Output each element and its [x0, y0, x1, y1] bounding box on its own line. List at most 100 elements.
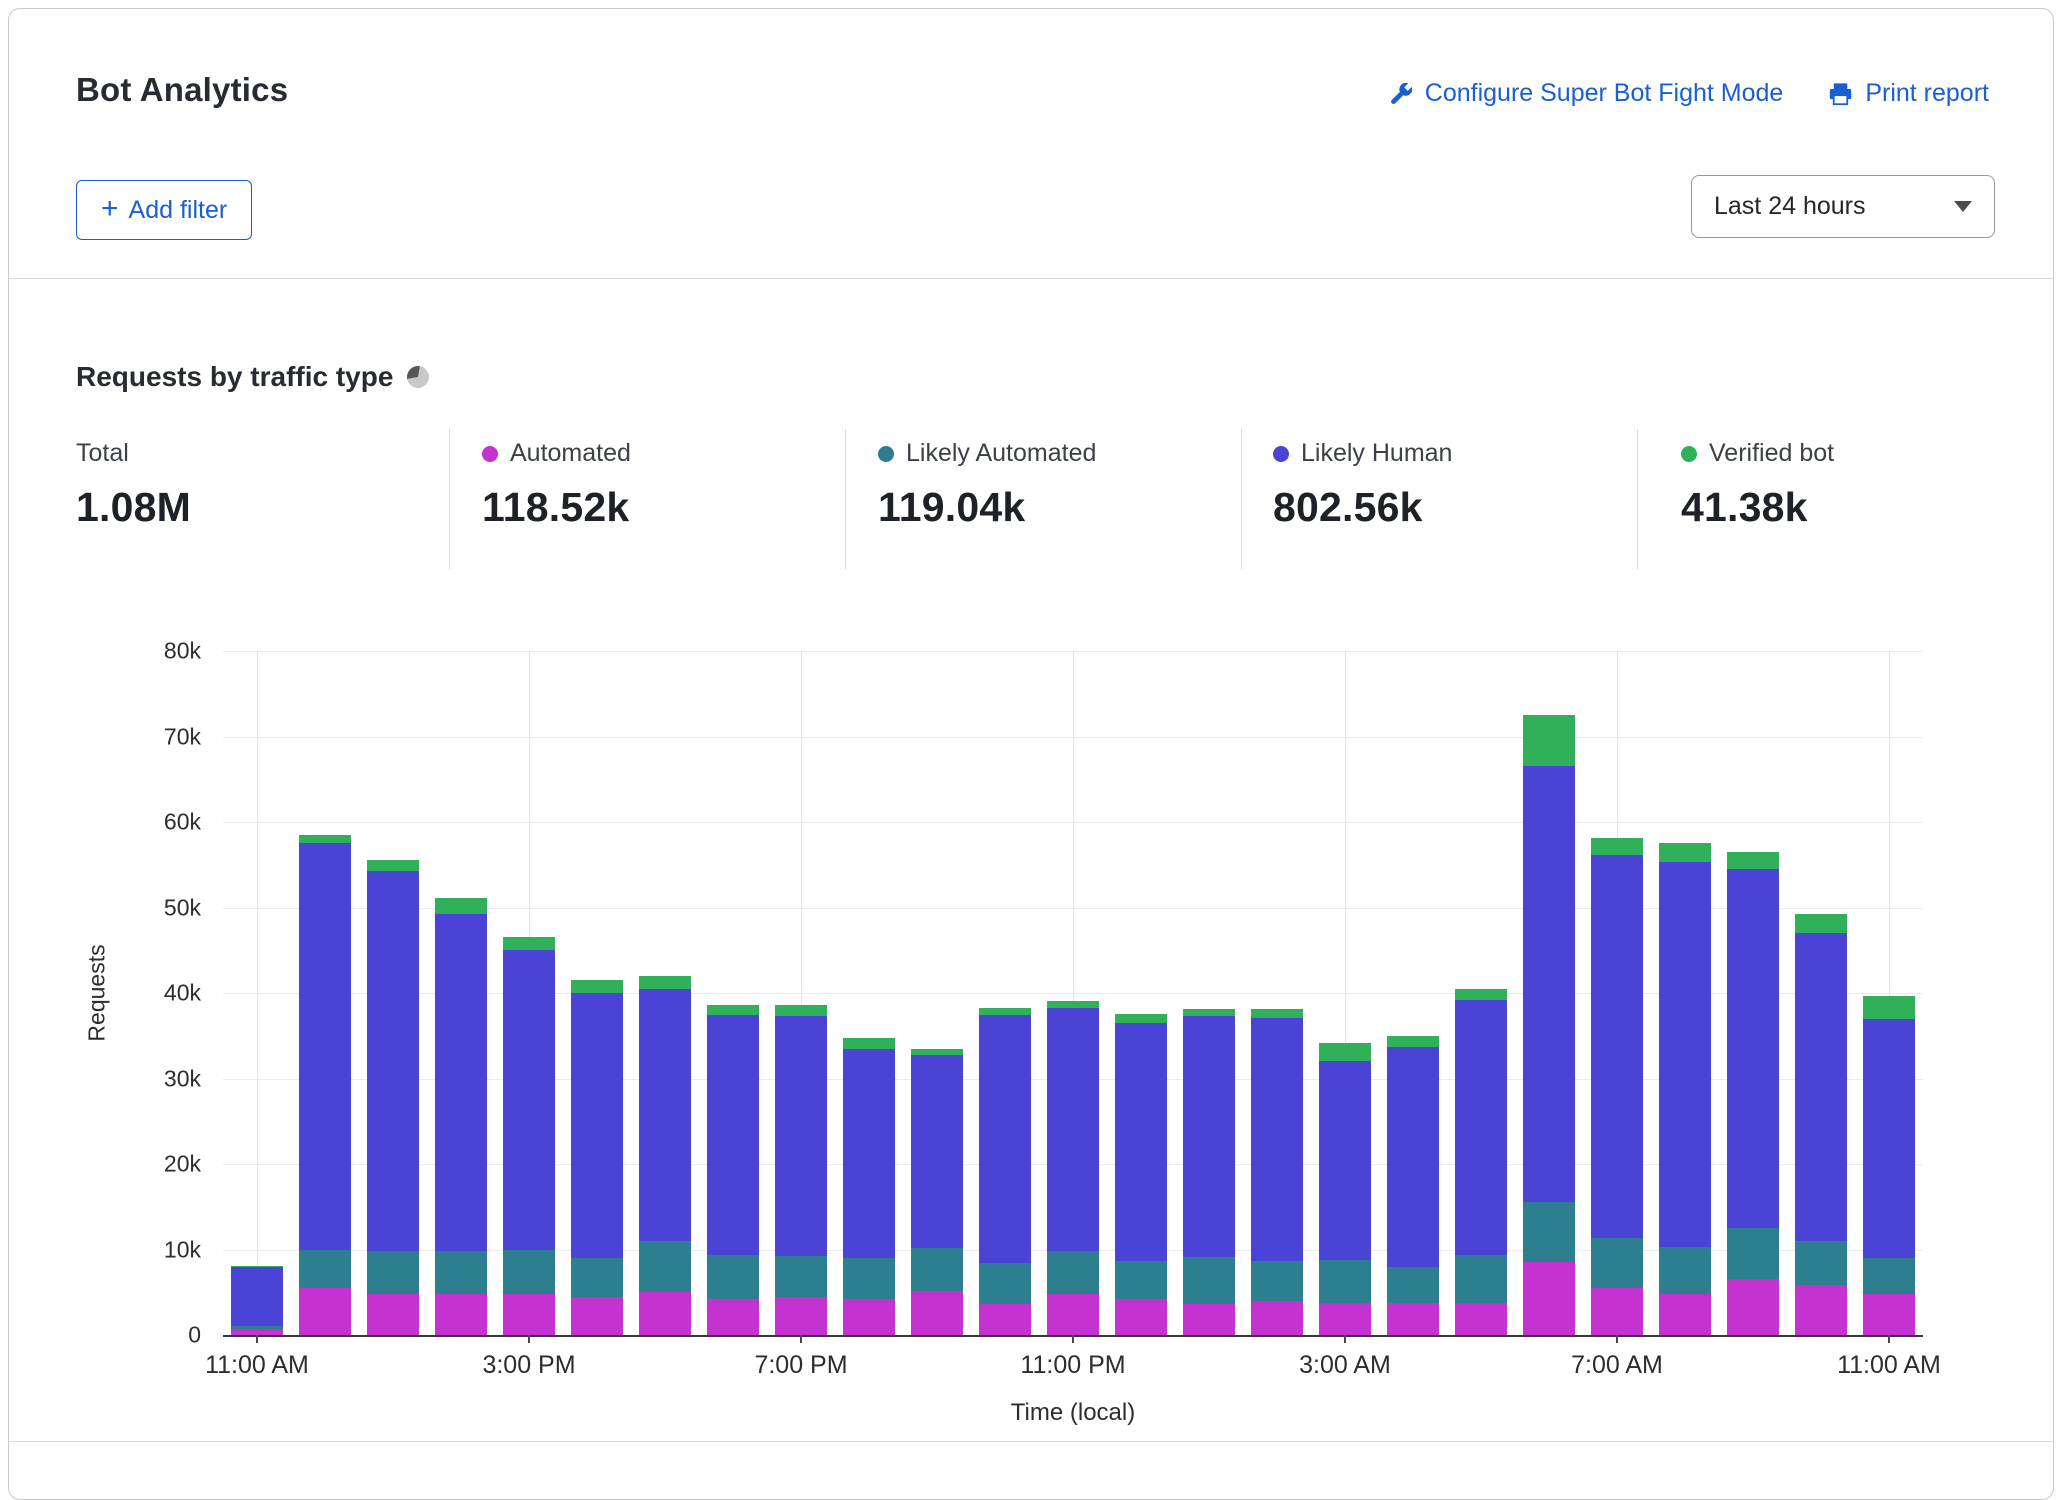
pie-chart-icon — [406, 364, 431, 389]
segment-likely-automated — [1659, 1247, 1711, 1294]
y-tick-label: 30k — [164, 1065, 201, 1092]
bar-300pm-4[interactable] — [503, 651, 555, 1335]
x-tick-label: 11:00 PM — [1020, 1351, 1125, 1380]
chart-bars — [223, 651, 1923, 1335]
segment-likely-human — [571, 993, 623, 1258]
bar-200am-15[interactable] — [1251, 651, 1303, 1335]
bar-200pm-3[interactable] — [435, 651, 487, 1335]
segment-likely-human — [1727, 869, 1779, 1228]
bar-700pm-8[interactable] — [775, 651, 827, 1335]
bar-500pm-6[interactable] — [639, 651, 691, 1335]
segment-verified-bot — [911, 1049, 963, 1056]
segment-likely-automated — [979, 1263, 1031, 1304]
bar-500am-18[interactable] — [1455, 651, 1507, 1335]
time-range-select[interactable]: Last 24 hours — [1691, 175, 1995, 238]
bot-analytics-card: Bot Analytics Configure Super Bot Fight … — [8, 8, 2054, 1500]
bar-600am-19[interactable] — [1523, 651, 1575, 1335]
print-report-link[interactable]: Print report — [1827, 79, 1989, 108]
bar-800pm-9[interactable] — [843, 651, 895, 1335]
segment-verified-bot — [1387, 1036, 1439, 1047]
segment-verified-bot — [1183, 1009, 1235, 1016]
bar-1100am-0[interactable] — [231, 651, 283, 1335]
bar-900am-22[interactable] — [1727, 651, 1779, 1335]
bar-slot — [835, 651, 903, 1335]
segment-likely-automated — [1387, 1267, 1439, 1303]
segment-verified-bot — [707, 1005, 759, 1015]
header-actions: Configure Super Bot Fight Mode Print rep… — [1387, 79, 1989, 108]
likely-human-legend-dot — [1273, 446, 1289, 462]
bar-slot — [1311, 651, 1379, 1335]
segment-likely-human — [843, 1049, 895, 1258]
bar-slot — [1175, 651, 1243, 1335]
stat-total: Total 1.08M — [76, 439, 191, 531]
y-tick-label: 40k — [164, 980, 201, 1007]
bar-400am-17[interactable] — [1387, 651, 1439, 1335]
y-tick-label: 20k — [164, 1151, 201, 1178]
segment-likely-human — [1183, 1016, 1235, 1257]
stat-likely-human[interactable]: Likely Human 802.56k — [1273, 439, 1452, 531]
bar-700am-20[interactable] — [1591, 651, 1643, 1335]
segment-likely-human — [299, 843, 351, 1249]
segment-automated — [979, 1304, 1031, 1335]
segment-likely-human — [1115, 1023, 1167, 1261]
segment-likely-human — [979, 1015, 1031, 1263]
segment-likely-human — [1863, 1019, 1915, 1258]
bar-1100pm-12[interactable] — [1047, 651, 1099, 1335]
segment-verified-bot — [1115, 1014, 1167, 1023]
time-range-value: Last 24 hours — [1714, 192, 1866, 221]
bar-1200am-13[interactable] — [1115, 651, 1167, 1335]
segment-verified-bot — [299, 835, 351, 844]
header-divider — [9, 278, 2053, 279]
bar-slot — [1243, 651, 1311, 1335]
add-filter-button[interactable]: + Add filter — [76, 180, 252, 240]
x-tick-label: 3:00 AM — [1299, 1351, 1391, 1380]
stat-verified-bot[interactable]: Verified bot 41.38k — [1681, 439, 1834, 531]
bar-100pm-2[interactable] — [367, 651, 419, 1335]
bar-1000pm-11[interactable] — [979, 651, 1031, 1335]
bar-100am-14[interactable] — [1183, 651, 1235, 1335]
segment-automated — [1659, 1294, 1711, 1335]
x-tick-mark — [1344, 1335, 1346, 1343]
y-tick-label: 80k — [164, 638, 201, 665]
bar-900pm-10[interactable] — [911, 651, 963, 1335]
section-title: Requests by traffic type — [76, 361, 429, 393]
configure-super-bot-fight-mode-link[interactable]: Configure Super Bot Fight Mode — [1387, 79, 1784, 108]
bar-1100am-24[interactable] — [1863, 651, 1915, 1335]
x-tick-label: 7:00 PM — [754, 1351, 847, 1380]
stat-likely-automated[interactable]: Likely Automated 119.04k — [878, 439, 1096, 531]
segment-automated — [367, 1294, 419, 1335]
y-tick-label: 60k — [164, 809, 201, 836]
stat-automated[interactable]: Automated 118.52k — [482, 439, 631, 531]
stat-divider — [845, 429, 846, 569]
bar-1200pm-1[interactable] — [299, 651, 351, 1335]
segment-automated — [1591, 1288, 1643, 1335]
segment-verified-bot — [571, 980, 623, 993]
bar-slot — [1651, 651, 1719, 1335]
section-title-label: Requests by traffic type — [76, 361, 393, 393]
segment-likely-automated — [843, 1258, 895, 1299]
bar-1000am-23[interactable] — [1795, 651, 1847, 1335]
verified-bot-legend-dot — [1681, 446, 1697, 462]
segment-verified-bot — [1319, 1043, 1371, 1060]
segment-automated — [707, 1299, 759, 1335]
segment-likely-human — [435, 914, 487, 1252]
section-bottom-divider — [9, 1441, 2053, 1442]
bar-slot — [359, 651, 427, 1335]
segment-likely-human — [367, 871, 419, 1251]
bar-300am-16[interactable] — [1319, 651, 1371, 1335]
bar-600pm-7[interactable] — [707, 651, 759, 1335]
bar-800am-21[interactable] — [1659, 651, 1711, 1335]
segment-likely-human — [911, 1055, 963, 1247]
segment-automated — [1319, 1303, 1371, 1335]
bar-slot — [631, 651, 699, 1335]
segment-likely-automated — [1591, 1238, 1643, 1288]
segment-likely-human — [639, 989, 691, 1241]
segment-likely-automated — [707, 1255, 759, 1299]
chevron-down-icon — [1954, 201, 1972, 212]
segment-automated — [1523, 1262, 1575, 1335]
stat-likely-human-value: 802.56k — [1273, 484, 1452, 531]
x-tick-mark — [256, 1335, 258, 1343]
bar-400pm-5[interactable] — [571, 651, 623, 1335]
segment-verified-bot — [979, 1008, 1031, 1016]
x-tick-mark — [528, 1335, 530, 1343]
